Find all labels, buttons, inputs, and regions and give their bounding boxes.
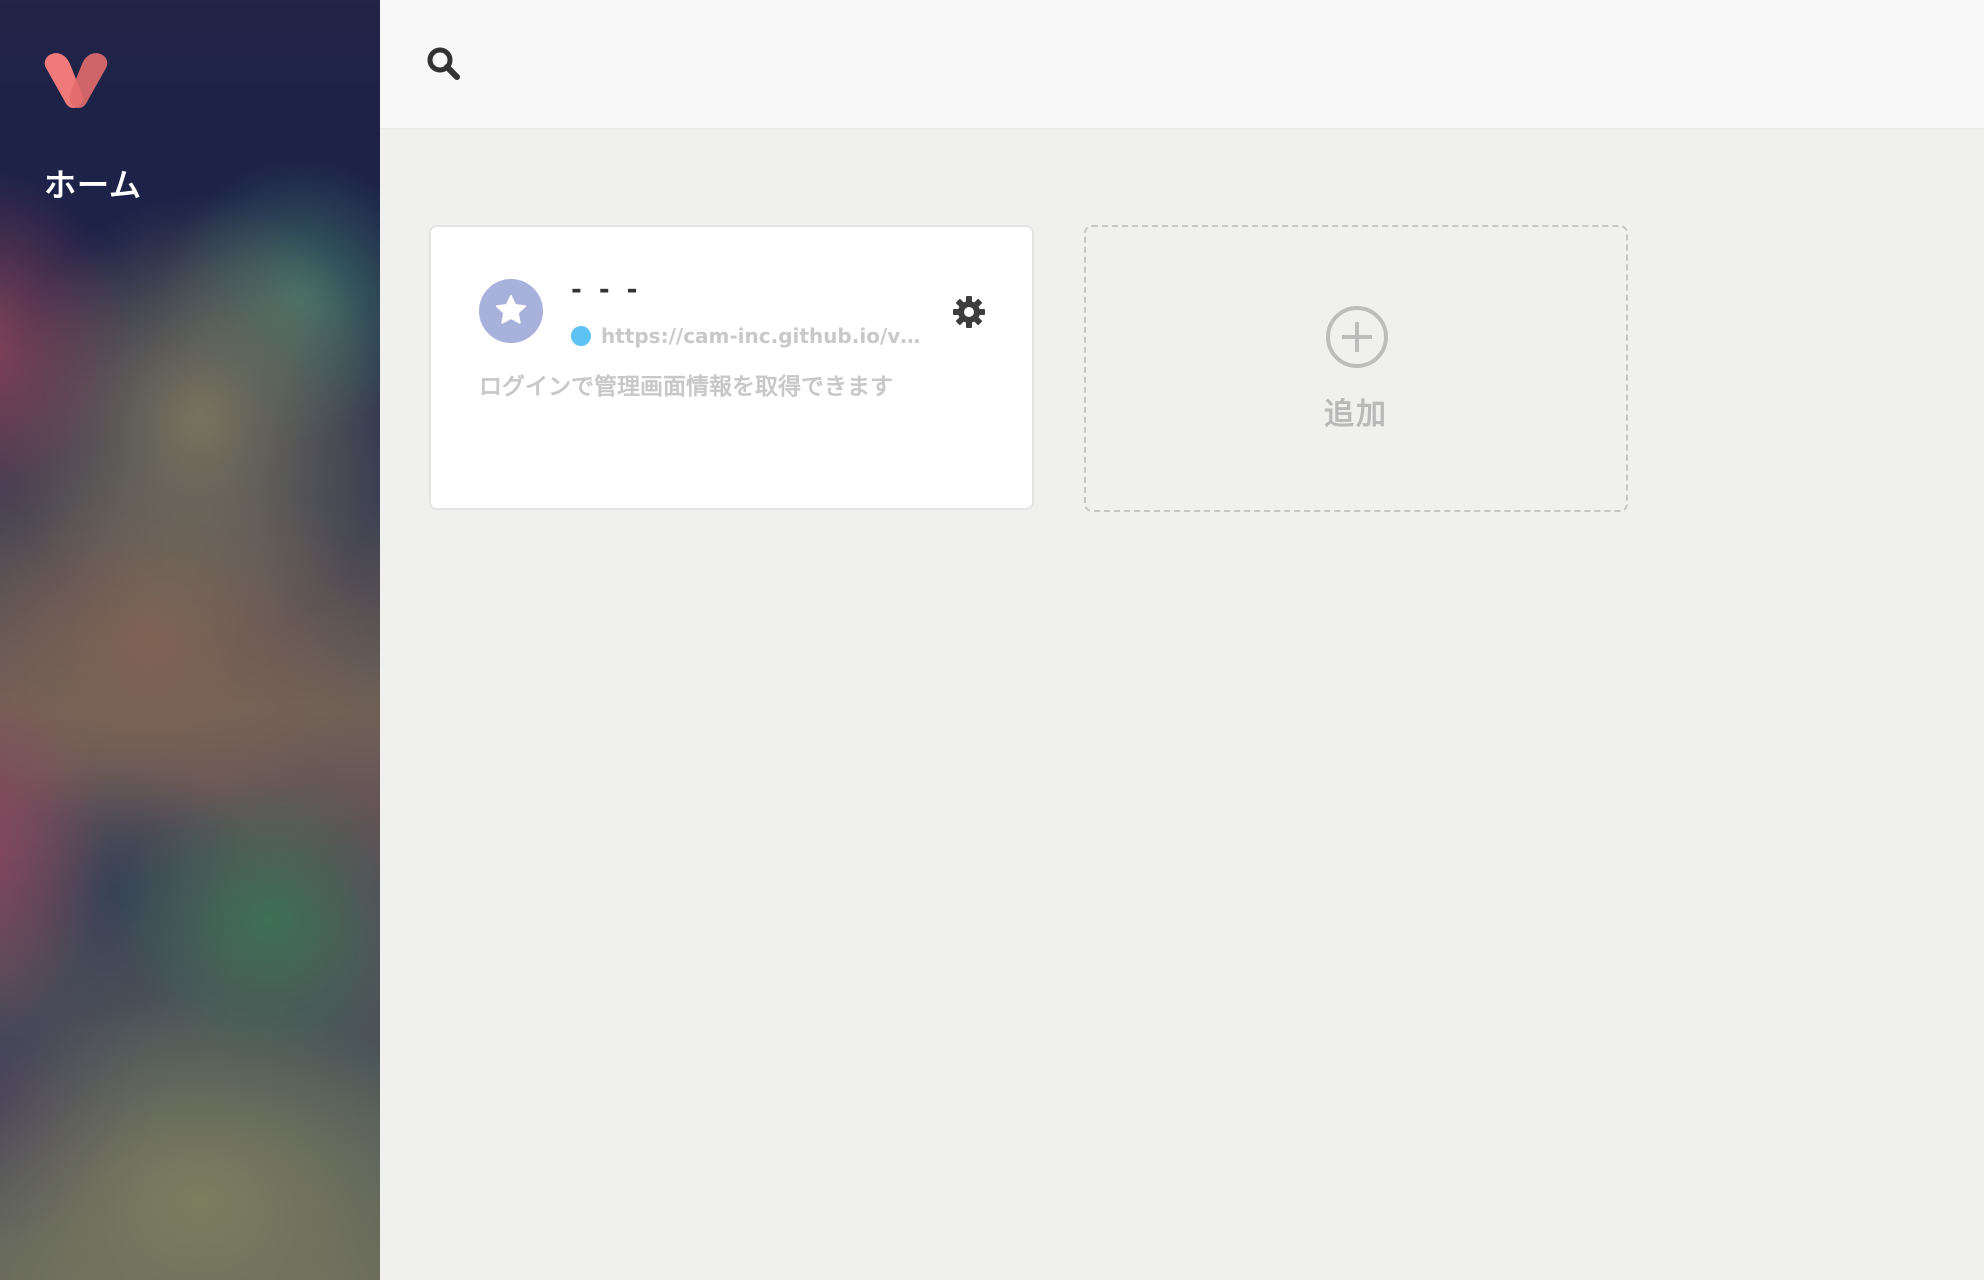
endpoint-title: - - - (571, 275, 642, 305)
search-icon[interactable] (426, 46, 462, 82)
star-icon (496, 295, 526, 324)
endpoint-avatar (479, 279, 543, 343)
endpoint-url-row: https://cam-inc.github.io/viron/... (571, 323, 926, 349)
sidebar: ホーム (0, 0, 380, 1280)
endpoint-url: https://cam-inc.github.io/viron/... (601, 324, 926, 348)
add-endpoint-label: 追加 (1324, 397, 1388, 432)
app-root: ホーム - - - https://cam-inc.github.io/viro… (0, 0, 1984, 1280)
endpoint-description: ログインで管理画面情報を取得できます (479, 374, 893, 400)
gear-icon[interactable] (952, 295, 986, 329)
add-endpoint-button[interactable]: 追加 (1084, 225, 1628, 512)
top-header (380, 0, 1984, 129)
plus-circle-icon (1325, 305, 1389, 369)
status-indicator (571, 326, 591, 346)
endpoint-card[interactable]: - - - https://cam-inc.github.io/viron/..… (429, 225, 1034, 510)
sidebar-item-home[interactable]: ホーム (44, 160, 142, 206)
viron-logo-icon[interactable] (42, 48, 110, 112)
